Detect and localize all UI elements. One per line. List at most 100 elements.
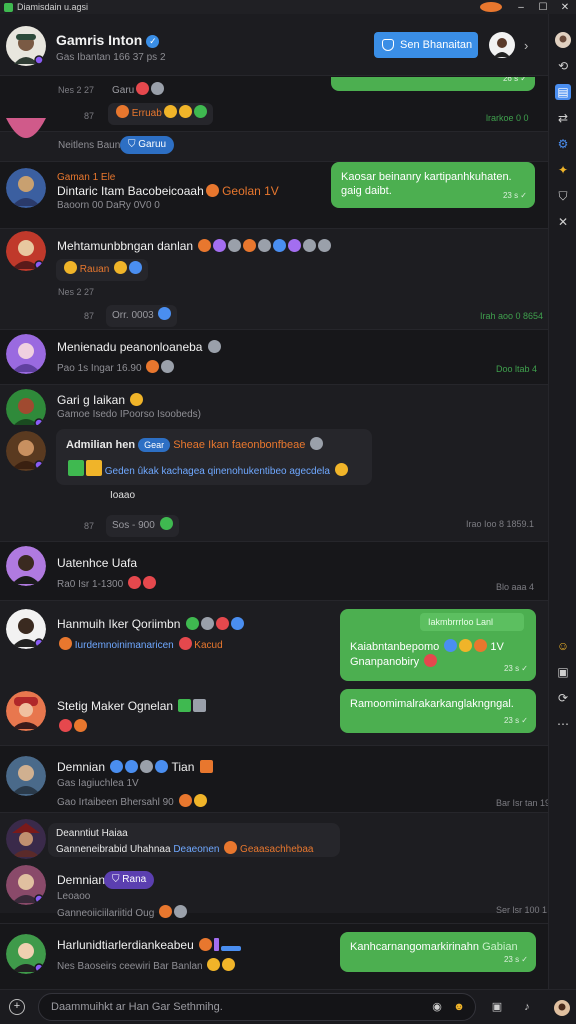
sender-name: Admilian hen [66, 439, 136, 451]
emoji-icon [221, 946, 242, 951]
incoming-bubble[interactable]: Admilian hen Gear Sheae Ikan faeonbonfbe… [56, 429, 372, 485]
add-attachment-icon[interactable]: + [9, 999, 25, 1015]
refresh-icon[interactable]: ⟳ [555, 690, 571, 706]
message-meta: Ra0 Isr 1-1300 [57, 576, 156, 590]
browser-icon [480, 2, 502, 12]
voice-icon[interactable]: ♪ [520, 1000, 534, 1014]
message-meta-text: Gao Irtaibeen Bhersahl 90 [57, 797, 174, 808]
bubble-text: Geden ûkak kachagea qinenohukentibeo age… [104, 466, 330, 477]
outgoing-bubble[interactable]: Ramoomimalrakarkanglakngngal. 23 s ✓ [340, 689, 536, 733]
outgoing-bubble[interactable]: Iakmbrrrloo Lanl Kaiabntanbepomo 1V Gnan… [340, 609, 536, 681]
emoji-icon [64, 261, 77, 274]
sender-avatar[interactable] [6, 819, 46, 859]
gif-icon[interactable]: ◉ [430, 1000, 444, 1014]
message-row: Harlunidtiarlerdiankeabeu Nes Baoseirs c… [0, 924, 548, 989]
attachment-pill[interactable]: Orr. 0003 [106, 305, 178, 327]
message-row: Admilian hen Gear Sheae Ikan faeonbonfbe… [0, 425, 548, 541]
role-badge[interactable]: ⛉ Rana [104, 871, 155, 889]
message-count: 87 [84, 311, 95, 321]
message-count: 87 [84, 521, 95, 531]
outgoing-bubble[interactable]: 26 s ✓ [331, 77, 535, 91]
emoji-icon [178, 699, 192, 712]
message-text: Harlunidtiarlerdiankeabeu [57, 938, 242, 952]
sender-avatar[interactable] [6, 168, 46, 208]
emoji-icon [258, 239, 272, 252]
message-line: Iurdemnoinimanaricen [74, 640, 174, 651]
emoji-icon [178, 105, 192, 118]
emoji-icon [205, 184, 219, 197]
outgoing-bubble[interactable]: Kaosar beinanry kartipanhkuhaten. gaig d… [331, 162, 535, 208]
role-badge[interactable]: ⛉ Garuu [120, 136, 175, 154]
reaction-label: Rauan [79, 264, 110, 275]
emoji-icon [125, 760, 139, 773]
bubble-text: Gnanpanobiry [350, 656, 420, 668]
message-composer: + Daammuihkt ar Han Gar Sethmihg. ◉ ☻ ▣ … [0, 989, 576, 1024]
role-badge-label: Rana [122, 874, 147, 885]
message-meta: Gamoe Isedo IPoorso Isoobeds) [57, 409, 201, 420]
sender-avatar[interactable] [6, 334, 46, 374]
sender-avatar[interactable] [6, 756, 46, 796]
emoji-icon [199, 938, 213, 951]
close-button[interactable]: ✕ [554, 2, 576, 13]
attachment-pill[interactable]: Sos - 900 [106, 515, 179, 537]
right-sidebar: ⟲ ▤ ⇄ ⚙ ✦ ⛉ ✕ ☺ ▣ ⟳ ⋯ [548, 14, 576, 1004]
channel-avatar[interactable] [6, 26, 46, 66]
star-icon[interactable]: ✦ [555, 162, 571, 178]
incoming-bubble[interactable]: Deanntiut Haiaa Ganneneibrabid Uhahnaa D… [48, 823, 340, 857]
bubble-header: Deanntiut Haiaa [56, 828, 128, 839]
sender-avatar[interactable] [6, 865, 46, 905]
message-feed[interactable]: Nes 2 27 Garu Erruab 87 26 s ✓ lrarkoe 0… [0, 77, 548, 989]
message-text: Stetig Maker Ognelan [57, 699, 207, 713]
bubble-line: Kaiabntanbepomo 1V [350, 639, 526, 654]
minimize-button[interactable]: – [510, 2, 532, 13]
droplet-icon [159, 517, 173, 530]
settings-icon[interactable]: ⚙ [555, 136, 571, 152]
emoji-icon [136, 82, 150, 95]
message-row: Uatenhce Uafa Ra0 Isr 1-1300 Blo aaa 4 [0, 542, 548, 600]
sender-avatar[interactable] [6, 691, 46, 731]
sender-avatar[interactable] [6, 934, 46, 974]
sender-name: Gari g Iaikan [57, 393, 126, 407]
emoji-icon [110, 760, 124, 773]
emoji-picker-icon[interactable]: ☻ [452, 1000, 466, 1014]
sender-avatar[interactable] [6, 546, 46, 586]
image-icon[interactable]: ▣ [490, 1000, 504, 1014]
emoji-icon [185, 617, 199, 630]
reaction-bar[interactable] [57, 719, 87, 733]
sender-avatar[interactable] [6, 389, 46, 429]
window-title: Diamisdain u.agsi [17, 2, 89, 12]
message-row: Mehtamunbbngan danlan Rauan Nes 2 27 87 … [0, 229, 548, 329]
emoji-icon[interactable]: ☺ [555, 638, 571, 654]
chevron-right-icon[interactable]: › [524, 38, 528, 53]
reaction-bar[interactable]: Rauan [56, 259, 149, 281]
close-panel-icon[interactable]: ✕ [555, 214, 571, 230]
history-icon[interactable]: ⟲ [555, 58, 571, 74]
reaction-bar[interactable]: Erruab [108, 103, 213, 125]
profile-avatar-icon[interactable] [555, 32, 571, 48]
user-avatar[interactable] [554, 1000, 570, 1016]
status-time: lrarkoe 0 0 [486, 113, 529, 123]
bubble-time: 23 s ✓ [503, 664, 528, 673]
outgoing-bubble[interactable]: Kanhcarnangomarkirinahn Gabian 23 s ✓ [340, 932, 536, 972]
image-icon[interactable]: ▣ [555, 664, 571, 680]
messages-icon[interactable]: ▤ [555, 84, 571, 100]
maximize-button[interactable]: ☐ [532, 2, 554, 13]
message-tag: Kacud [194, 640, 223, 651]
message-text: Mehtamunbbngan danlan [57, 239, 332, 253]
emoji-icon [310, 437, 324, 450]
sender-avatar[interactable] [6, 431, 46, 471]
shield-icon[interactable]: ⛉ [555, 188, 571, 204]
more-icon[interactable]: ⋯ [555, 716, 571, 732]
sender-name: Stetig Maker Ognelan [57, 699, 174, 713]
sender-avatar[interactable] [6, 231, 46, 271]
message-input[interactable]: Daammuihkt ar Han Gar Sethmihg. [38, 993, 476, 1021]
sender-avatar[interactable] [6, 609, 46, 649]
share-icon[interactable]: ⇄ [555, 110, 571, 126]
status-time: Irao Ioo 8 1859.1 [466, 519, 535, 529]
sender-avatar[interactable] [6, 118, 46, 146]
status-time: Blo aaa 4 [496, 582, 535, 592]
join-button[interactable]: Sen Bhanaitan [374, 32, 478, 58]
user-avatar[interactable] [489, 32, 515, 58]
sender-name: Garu [112, 85, 135, 96]
emoji-icon [114, 261, 128, 274]
